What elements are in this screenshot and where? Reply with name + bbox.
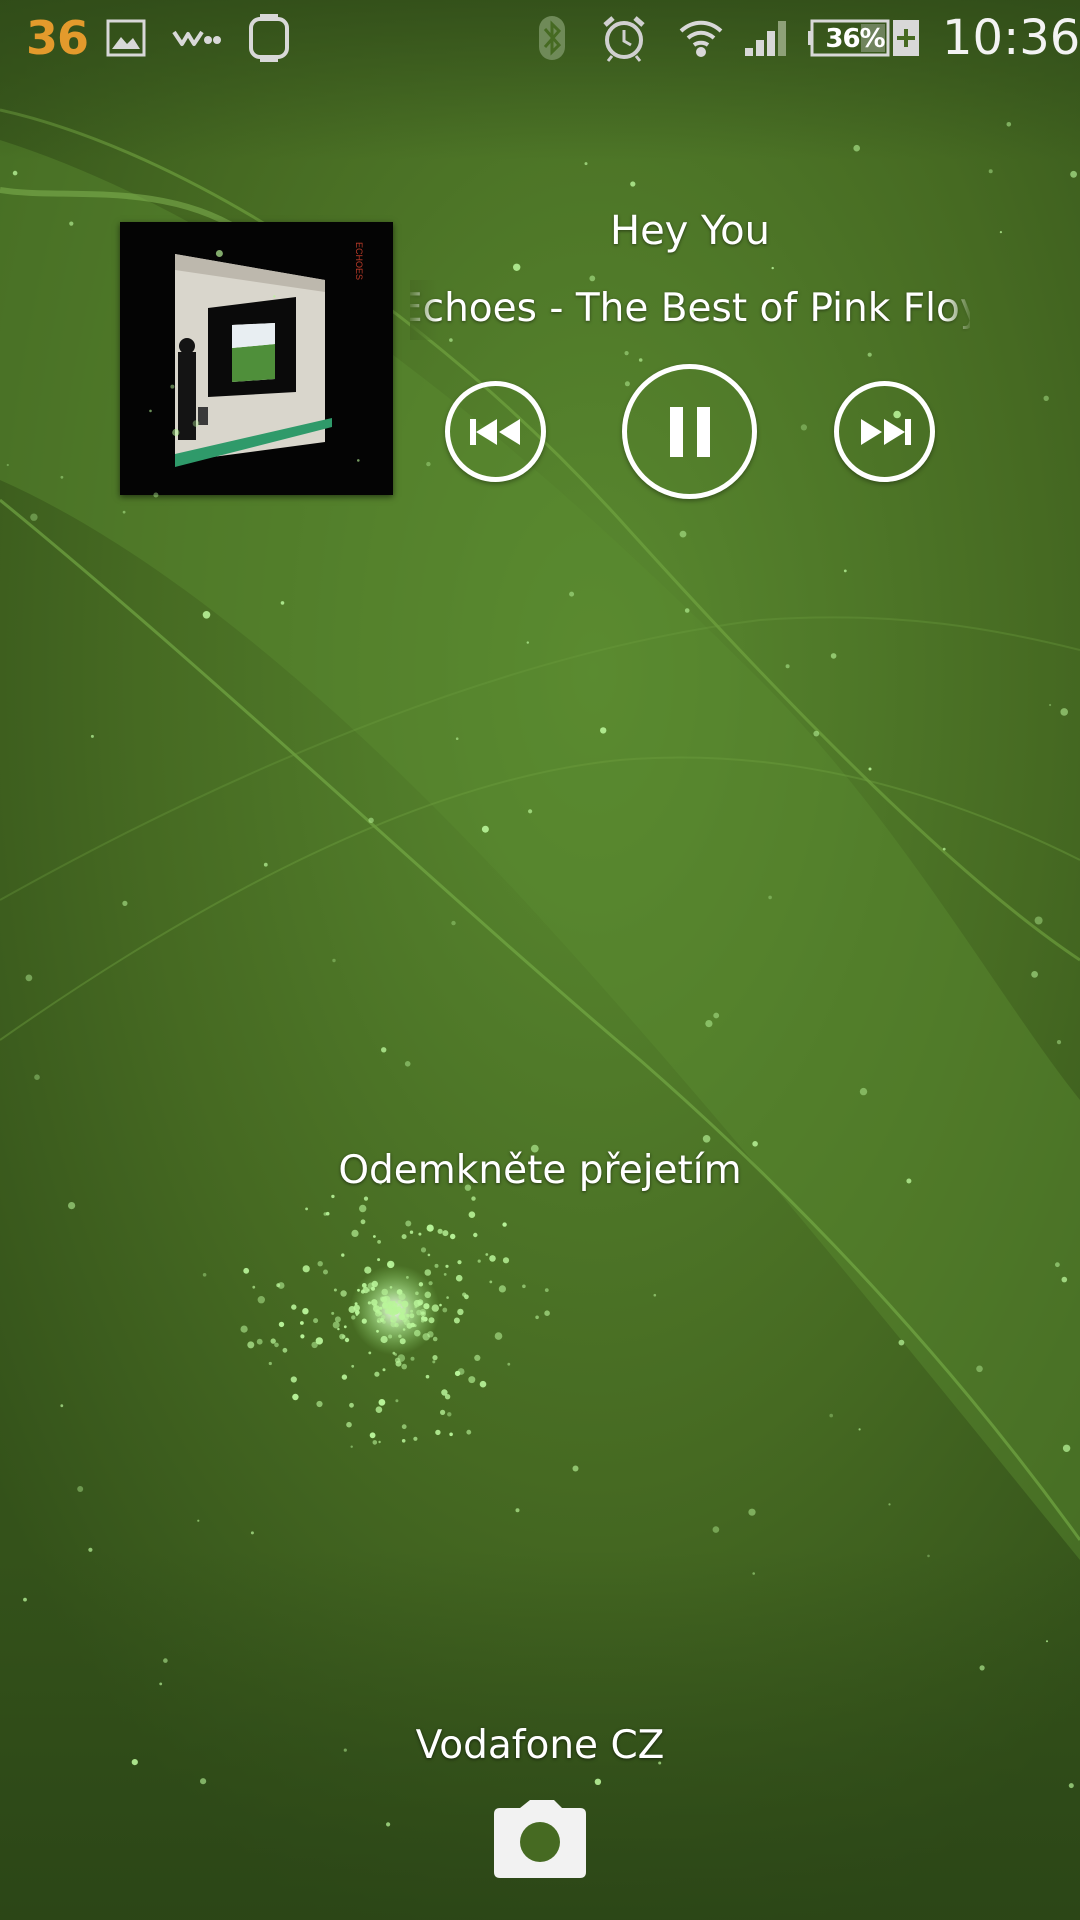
camera-icon: [494, 1800, 586, 1878]
unlock-hint: Odemkněte přejetím: [338, 1148, 742, 1193]
wifi-icon: [676, 0, 726, 76]
gallery-icon: [105, 0, 147, 76]
album-art[interactable]: ECHOES: [120, 222, 393, 495]
smartwatch-icon: [246, 0, 292, 76]
pause-icon: [669, 406, 710, 457]
alarm-icon: [598, 0, 650, 76]
notification-count: 36: [26, 11, 89, 65]
carrier-name: Vodafone CZ: [415, 1723, 665, 1768]
previous-track-button[interactable]: [445, 381, 546, 482]
album-name: Echoes - The Best of Pink Floyd: [410, 280, 970, 340]
track-title: Hey You: [609, 208, 771, 254]
clock: 10:36: [942, 10, 1080, 66]
walkman-icon: [172, 0, 222, 76]
status-bar[interactable]: 36 36% 10:36: [0, 0, 1080, 76]
battery-percent: 36%: [825, 24, 885, 54]
next-icon: [860, 418, 911, 445]
pause-button[interactable]: [622, 364, 757, 499]
album-name-text: Echoes - The Best of Pink Floyd: [410, 286, 970, 331]
bluetooth-icon: [536, 0, 568, 76]
next-track-button[interactable]: [834, 381, 935, 482]
previous-icon: [469, 418, 520, 445]
svg-text:ECHOES: ECHOES: [354, 242, 364, 280]
camera-button[interactable]: [490, 1800, 590, 1880]
signal-icon: [742, 0, 790, 76]
charging-icon: [892, 0, 920, 76]
